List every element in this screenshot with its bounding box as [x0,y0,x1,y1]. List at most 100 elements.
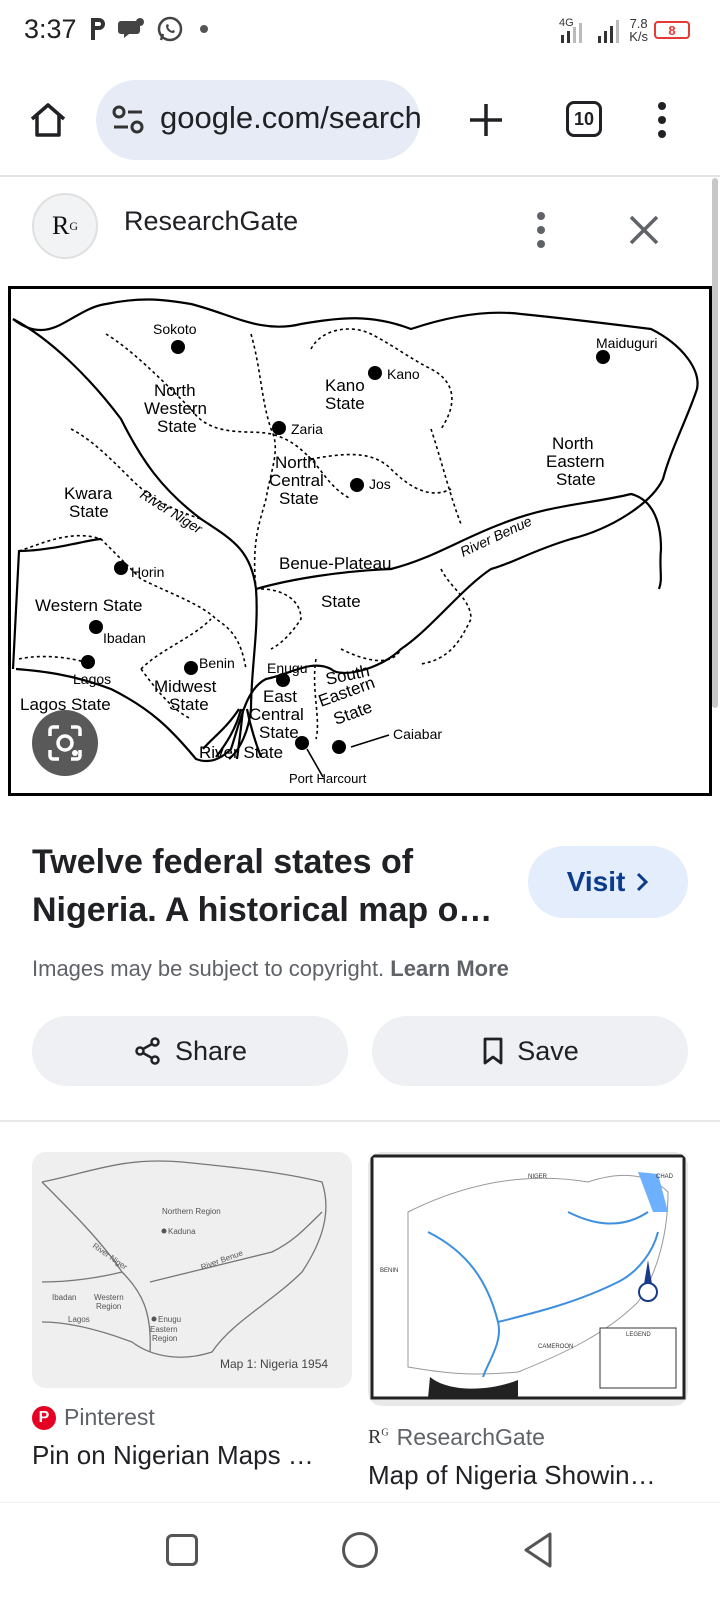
thumb1-kaduna: Kaduna [168,1227,196,1236]
back-icon[interactable] [520,1530,556,1570]
google-lens-button[interactable] [32,710,98,776]
nigeria-map-image[interactable]: Sokoto North Western State Kano State Ka… [8,286,712,796]
new-tab-icon[interactable] [466,100,506,140]
map-label-sokoto: Sokoto [153,321,197,337]
home-nav-button[interactable] [342,1532,378,1568]
related-title-2[interactable]: Map of Nigeria Showin… [368,1460,656,1491]
map-label-ne2: Eastern [546,452,605,471]
site-settings-icon[interactable] [110,102,146,138]
map-label-port-harcourt: Port Harcourt [289,771,367,786]
city-dot-maiduguri [596,350,610,364]
save-label: Save [517,1035,579,1066]
city-dot-sokoto [171,340,185,354]
bookmark-icon [483,1037,503,1065]
copyright-text: Images may be subject to copyright. [32,956,385,981]
map-label-nc2: Central [269,471,324,490]
share-icon [135,1037,160,1065]
map-label-nw3: State [157,417,197,436]
map-label-ec1: East [263,687,297,706]
city-dot-lagos [81,655,95,669]
thumb1-eastern: Eastern [150,1325,178,1334]
map-label-bp1: Benue-Plateau [279,554,391,573]
parking-icon [91,18,105,40]
map-label-western: Western State [35,596,142,615]
thumb1-lagos: Lagos [68,1315,90,1324]
map-label-zaria: Zaria [291,421,323,437]
map-label-nw1: North [154,381,196,400]
river-niger-line [12,318,258,760]
chevron-right-icon [637,872,649,892]
researchgate-mini-icon: RG [368,1426,389,1448]
thumb1-northern: Northern Region [162,1207,221,1216]
url-text[interactable]: google.com/search [160,100,420,136]
map-label-maiduguri: Maiduguri [596,335,657,351]
thumb2-cameroon: CAMEROON [538,1344,573,1350]
close-icon[interactable] [626,212,662,248]
city-dot-zaria [272,421,286,435]
net-speed-unit: K/s [629,29,648,44]
thumb1-region: Region [96,1302,121,1311]
section-divider [0,1120,720,1122]
thumb1-ibadan: Ibadan [52,1293,76,1302]
related-source-2[interactable]: RG ResearchGate [368,1424,545,1451]
learn-more-link[interactable]: Learn More [390,956,509,981]
status-notification-icons [88,12,208,46]
share-button[interactable]: Share [32,1016,348,1086]
thumb1-eregion: Region [152,1334,177,1343]
visit-label: Visit [566,866,626,897]
save-button[interactable]: Save [372,1016,688,1086]
map-label-kwara2: State [69,502,109,521]
status-system-icons: 4G 7.8 K/s 8 [559,10,690,50]
related-title-1[interactable]: Pin on Nigerian Maps … [32,1440,314,1471]
home-icon[interactable] [28,100,68,140]
chat-bubble-icon [118,18,144,38]
thumb2-niger: NIGER [528,1174,548,1180]
map-label-ne1: North [552,434,594,453]
related-source-1[interactable]: P Pinterest [32,1404,155,1431]
map-label-bp2: State [321,592,361,611]
related-source-1-name: Pinterest [64,1404,155,1430]
related-thumbnail-2[interactable]: NIGER CHAD BENIN CAMEROON LEGEND [368,1152,688,1406]
whatsapp-icon [157,16,183,42]
related-thumbnail-1[interactable]: Northern Region Kaduna River Niger River… [32,1152,352,1388]
map-label-river-state: River State [199,743,283,762]
map-label-horin: Horin [131,564,164,580]
city-dot-jos [350,478,364,492]
logo-sup: G [69,218,78,233]
map-label-nc1: North [275,453,317,472]
map-label-ibadan: Ibadan [103,630,146,646]
toolbar-divider [0,175,720,177]
pinterest-icon: P [32,1405,56,1430]
thumb1-caption: Map 1: Nigeria 1954 [220,1357,328,1371]
signal-4g-icon: 4G [559,17,583,43]
map-label-jos: Jos [369,476,391,492]
researchgate-logo: RG [32,193,98,259]
map-label-ec2: Central [249,705,304,724]
map-label-kano2: State [325,394,365,413]
network-type: 4G [559,17,574,29]
thumb2-chad: CHAD [656,1174,674,1180]
city-dot-calabar [332,740,346,754]
city-dot-horin [114,561,128,575]
share-label: Share [174,1035,248,1066]
river-benue-line [255,492,663,591]
thumb1-enugu: Enugu [158,1315,181,1324]
more-options-icon[interactable] [534,210,548,250]
signal-bars-icon [598,20,620,43]
address-bar[interactable]: google.com/search [96,80,420,160]
scrollbar[interactable] [712,178,718,708]
city-dot-benin [184,661,198,675]
city-dot-ibadan [89,620,103,634]
visit-button[interactable]: Visit [528,846,688,918]
overflow-menu-icon[interactable] [652,100,672,140]
recent-apps-button[interactable] [166,1534,198,1566]
source-name[interactable]: ResearchGate [124,206,298,237]
map-label-nw2: Western [144,399,207,418]
status-time: 3:37 [24,14,77,44]
battery-indicator: 8 [654,21,690,39]
thumb2-legend: LEGEND [626,1332,651,1338]
related-source-2-name: ResearchGate [396,1424,545,1450]
tab-switcher-button[interactable]: 10 [566,101,602,137]
result-title[interactable]: Twelve federal states of Nigeria. A hist… [32,838,502,934]
map-label-river-benue: River Benue [458,513,535,560]
